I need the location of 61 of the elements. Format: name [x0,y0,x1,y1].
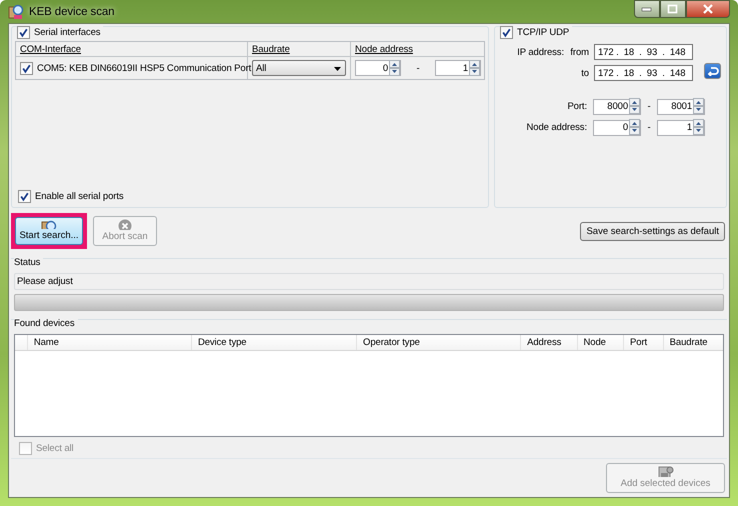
spin-arrows-icon [693,98,704,114]
device-icon [658,466,674,477]
section-title: Status [14,257,44,268]
number-spinner[interactable]: 0 [355,60,401,76]
column-header[interactable]: Operator type [357,335,522,350]
checkbox[interactable] [17,26,30,39]
swap-button[interactable] [704,63,721,79]
number-spinner[interactable]: 8001 [657,98,705,114]
column-header[interactable]: Address [521,335,578,350]
maximize-icon [667,4,679,14]
window-title: KEB device scan [29,6,114,18]
port-name: COM5: KEB DIN66019II HSP5 Communication Port [37,62,252,74]
ip-address-field[interactable]: 172 . 18 . 93 . 148 [594,65,693,81]
ip-address-field[interactable]: 172 . 18 . 93 . 148 [594,44,693,60]
checkbox[interactable] [500,26,513,39]
cancel-icon [118,219,132,230]
number-spinner[interactable]: 8000 [593,98,641,114]
start-search-button[interactable]: Start search... [15,217,83,245]
checkbox-label: Enable all serial ports [35,191,124,202]
range-separator: - [646,101,652,112]
scan-icon [40,220,58,229]
checkbox[interactable] [20,62,33,74]
spin-arrows-icon [693,119,704,135]
field-label: from [569,46,590,58]
number-spinner[interactable]: 1 [435,60,481,76]
spin-arrows-icon [629,98,640,114]
maximize-button[interactable] [660,0,686,18]
spin-arrows-icon [389,60,400,76]
column-header[interactable]: Baudrate [248,42,351,57]
range-separator: - [415,62,421,74]
close-icon [702,4,714,14]
spin-arrows-icon [469,60,480,76]
field-label: to [580,68,590,78]
spin-arrows-icon [629,119,640,135]
column-header[interactable]: Baudrate [664,335,724,350]
column-header[interactable]: Node address [351,42,484,57]
range-separator: - [646,122,652,133]
section-title: Found devices [14,318,78,329]
baudrate-dropdown[interactable]: All [252,60,346,76]
column-header[interactable]: Device type [192,335,358,350]
checkbox[interactable] [18,190,31,203]
field-label: IP address: [516,46,564,58]
column-header[interactable]: Name [28,335,192,350]
minimize-button[interactable] [634,0,660,18]
status-message: Please adjust [14,273,724,290]
checkbox-label: Serial interfaces [34,27,100,38]
column-header[interactable]: COM-Interface [16,42,248,57]
number-spinner[interactable]: 0 [593,120,641,136]
field-label: Node address: [526,122,588,133]
return-arrow-icon [706,66,718,76]
save-settings-button[interactable]: Save search-settings as default [580,222,725,240]
close-button[interactable] [686,0,730,18]
checkbox-label: TCP/IP UDP [517,27,570,38]
magnifier-icon [8,4,24,20]
caret-icon [334,67,341,71]
column-header[interactable]: Node [578,335,624,350]
number-spinner[interactable]: 1 [657,120,705,136]
field-label: Port: [566,101,588,112]
minimize-icon [641,6,653,12]
column-header[interactable]: Port [624,335,664,350]
checkbox-label: Select all [36,443,74,454]
